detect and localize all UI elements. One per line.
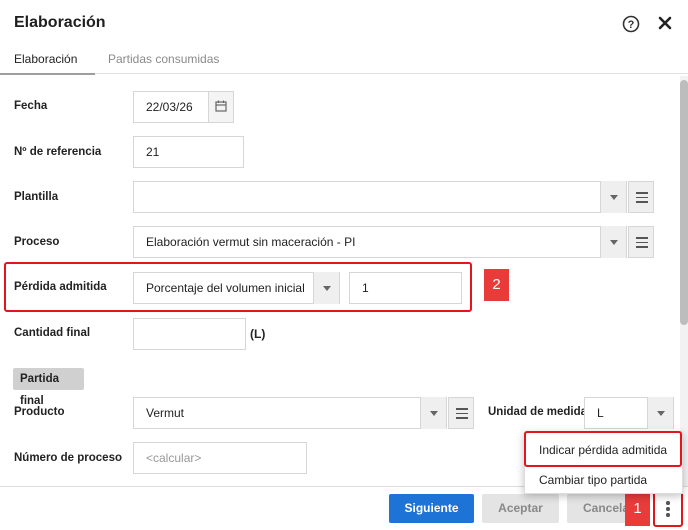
help-icon[interactable]: ? xyxy=(622,15,640,33)
numero-proceso-input[interactable]: <calcular> xyxy=(133,442,307,474)
fecha-label: Fecha xyxy=(14,100,48,112)
chevron-down-icon[interactable] xyxy=(420,397,446,429)
chevron-down-icon[interactable] xyxy=(647,397,673,429)
calendar-button[interactable] xyxy=(208,91,234,123)
annotation-badge-1: 1 xyxy=(625,492,650,526)
tab-partidas-consumidas[interactable]: Partidas consumidas xyxy=(108,52,219,66)
annotation-badge-2: 2 xyxy=(484,269,509,301)
chevron-down-icon[interactable] xyxy=(313,272,339,304)
svg-text:?: ? xyxy=(628,19,635,31)
referencia-input[interactable]: 21 xyxy=(133,136,244,168)
menu-item-cambiar-tipo[interactable]: Cambiar tipo partida xyxy=(539,473,647,487)
cantidad-unit: (L) xyxy=(250,327,266,341)
aceptar-button[interactable]: Aceptar xyxy=(482,494,559,523)
scrollbar-thumb[interactable] xyxy=(680,80,688,325)
tab-elaboracion[interactable]: Elaboración xyxy=(0,52,96,75)
producto-select[interactable]: Vermut xyxy=(133,397,447,429)
numero-proceso-label: Número de proceso xyxy=(14,452,122,464)
plantilla-select[interactable] xyxy=(133,181,627,213)
perdida-value-input[interactable]: 1 xyxy=(349,272,462,304)
tab-bar: Elaboración Partidas consumidas xyxy=(0,44,688,75)
proceso-label: Proceso xyxy=(14,236,60,248)
perdida-type-select[interactable]: Porcentaje del volumen inicial xyxy=(133,272,340,304)
menu-item-highlight-box xyxy=(524,431,682,467)
chevron-down-icon[interactable] xyxy=(600,181,626,213)
producto-menu-button[interactable] xyxy=(448,397,474,429)
section-partida-final: Partida final xyxy=(13,368,84,407)
unidad-label: Unidad de medida xyxy=(488,406,588,418)
dialog-title: Elaboración xyxy=(14,14,106,31)
siguiente-button[interactable]: Siguiente xyxy=(389,494,474,523)
proceso-menu-button[interactable] xyxy=(628,226,654,258)
proceso-select[interactable]: Elaboración vermut sin maceración - PI xyxy=(133,226,627,258)
cancelar-button[interactable]: Cancelar xyxy=(567,494,629,523)
close-icon[interactable] xyxy=(657,15,673,31)
perdida-label: Pérdida admitida xyxy=(14,281,107,293)
cantidad-final-label: Cantidad final xyxy=(14,327,91,339)
referencia-label: Nº de referencia xyxy=(14,146,102,158)
plantilla-label: Plantilla xyxy=(14,191,59,203)
producto-label: Producto xyxy=(14,406,65,418)
calendar-icon xyxy=(215,100,227,112)
dialog-header: Elaboración ? xyxy=(0,0,688,44)
more-options-highlight-box xyxy=(653,490,683,527)
plantilla-menu-button[interactable] xyxy=(628,181,654,213)
chevron-down-icon[interactable] xyxy=(600,226,626,258)
cantidad-final-input[interactable] xyxy=(133,318,246,350)
fecha-input[interactable]: 22/03/26 xyxy=(133,91,209,123)
